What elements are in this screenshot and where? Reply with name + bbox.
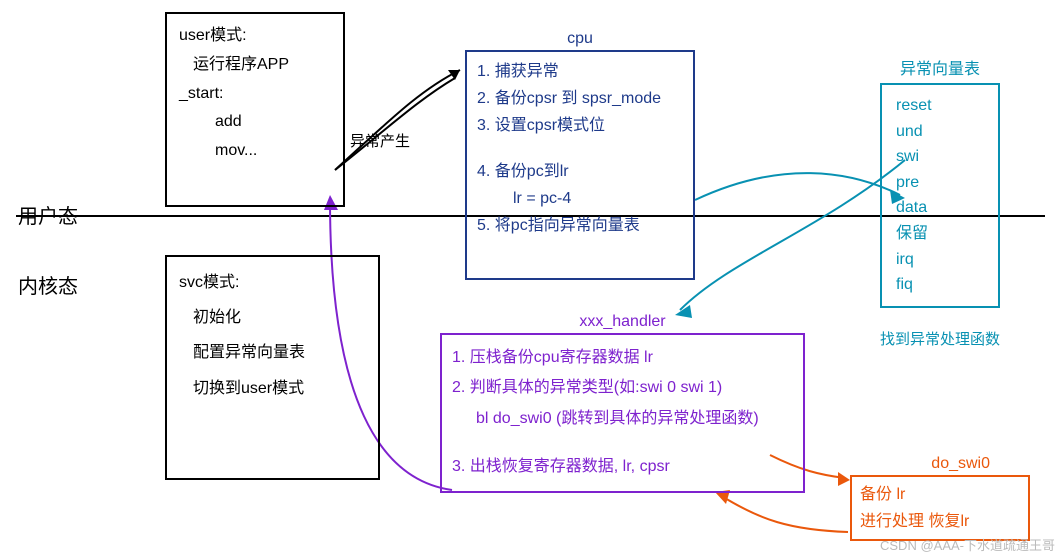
vector-title: 异常向量表 [880, 55, 1000, 79]
arrowhead-icon [448, 70, 460, 80]
handler-box: 1. 压栈备份cpu寄存器数据 lr 2. 判断具体的异常类型(如:swi 0 … [440, 333, 805, 493]
arrow-vector-to-handler [680, 160, 905, 310]
handler-step: bl do_swi0 (跳转到具体的异常处理函数) [452, 404, 793, 434]
user-box-line: mov... [179, 137, 331, 166]
svc-box-line: 配置异常向量表 [179, 335, 366, 370]
doswi-box: 备份 lr 进行处理 恢复lr [850, 475, 1030, 541]
vector-table-box: reset und swi pre data 保留 irq fiq [880, 83, 1000, 308]
svc-mode-box: svc模式: 初始化 配置异常向量表 切换到user模式 [165, 255, 380, 480]
vector-item: fiq [896, 272, 984, 298]
vector-footer: 找到异常处理函数 [880, 328, 1000, 349]
user-state-label: 用户态 [18, 200, 78, 229]
cpu-step: 3. 设置cpsr模式位 [477, 112, 683, 139]
arrow-doswi-to-handler [720, 495, 848, 532]
cpu-region: cpu 1. 捕获异常 2. 备份cpsr 到 spsr_mode 3. 设置c… [465, 30, 695, 280]
watermark: CSDN @AAA-下水道疏通王哥 [880, 535, 1055, 554]
user-box-line: user模式: [179, 22, 331, 51]
cpu-step: 2. 备份cpsr 到 spsr_mode [477, 85, 683, 112]
exception-gen-label: 异常产生 [350, 130, 410, 151]
handler-title: xxx_handler [440, 313, 805, 331]
vector-item: pre [896, 170, 984, 196]
arrow-user-to-cpu [335, 70, 460, 170]
doswi-line: 备份 lr [860, 481, 1020, 508]
arrow-cpu-to-vector [695, 173, 900, 200]
cpu-step: lr = pc-4 [477, 185, 683, 212]
cpu-step: 5. 将pc指向异常向量表 [477, 212, 683, 239]
svc-box-line: 初始化 [179, 300, 366, 335]
handler-step: 2. 判断具体的异常类型(如:swi 0 swi 1) [452, 373, 793, 403]
user-box-line: 运行程序APP [179, 51, 331, 80]
vector-item: swi [896, 144, 984, 170]
kernel-state-label: 内核态 [18, 270, 78, 299]
vector-item: reset [896, 93, 984, 119]
vector-table-region: 异常向量表 reset und swi pre data 保留 irq fiq … [880, 55, 1000, 349]
cpu-title: cpu [465, 30, 695, 48]
doswi-title: do_swi0 [850, 455, 1030, 473]
svc-box-line: 切换到user模式 [179, 371, 366, 406]
vector-item: und [896, 119, 984, 145]
vector-item: irq [896, 247, 984, 273]
user-mode-box: user模式: 运行程序APP _start: add mov... [165, 12, 345, 207]
handler-step: 1. 压栈备份cpu寄存器数据 lr [452, 343, 793, 373]
vector-item: data [896, 195, 984, 221]
arrowhead-icon [838, 472, 850, 486]
handler-step: 3. 出栈恢复寄存器数据, lr, cpsr [452, 452, 793, 482]
cpu-step: 1. 捕获异常 [477, 58, 683, 85]
svc-box-line: svc模式: [179, 265, 366, 300]
cpu-step: 4. 备份pc到lr [477, 158, 683, 185]
doswi-region: do_swi0 备份 lr 进行处理 恢复lr [850, 455, 1030, 541]
user-box-line: _start: [179, 80, 331, 109]
cpu-box: 1. 捕获异常 2. 备份cpsr 到 spsr_mode 3. 设置cpsr模… [465, 50, 695, 280]
handler-region: xxx_handler 1. 压栈备份cpu寄存器数据 lr 2. 判断具体的异… [440, 313, 805, 493]
user-box-line: add [179, 108, 331, 137]
vector-item: 保留 [896, 221, 984, 247]
doswi-line: 进行处理 恢复lr [860, 508, 1020, 535]
